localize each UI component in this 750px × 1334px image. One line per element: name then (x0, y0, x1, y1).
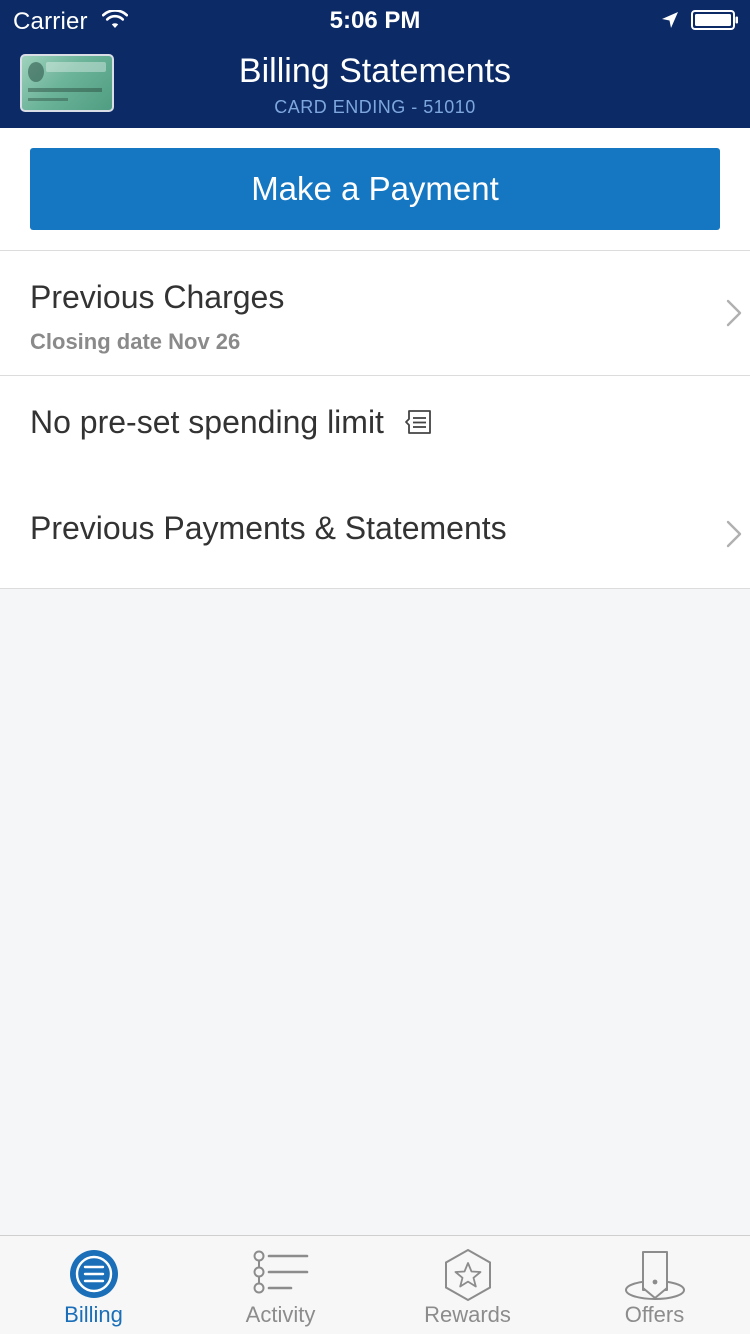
tab-billing-label: Billing (64, 1302, 123, 1327)
chevron-right-icon (726, 299, 742, 327)
tab-billing[interactable]: Billing (0, 1236, 187, 1334)
battery-icon (691, 10, 738, 30)
rewards-star-icon (444, 1248, 491, 1302)
make-payment-button[interactable]: Make a Payment (30, 148, 720, 230)
previous-charges-row[interactable]: Previous Charges Closing date Nov 26 (0, 251, 750, 376)
previous-charges-title: Previous Charges (30, 279, 285, 315)
page-title: Billing Statements (238, 52, 512, 90)
header: Carrier 5:06 PM Billing Statements CARD … (0, 0, 750, 128)
location-arrow-icon (662, 12, 678, 28)
tab-offers-label: Offers (624, 1302, 685, 1327)
status-time: 5:06 PM (329, 7, 421, 34)
offers-tag-icon (624, 1251, 685, 1300)
chevron-right-icon (726, 520, 742, 548)
status-bar: Carrier 5:06 PM (0, 0, 750, 40)
tab-activity-label: Activity (245, 1302, 316, 1327)
billing-statements-screen: Carrier 5:06 PM Billing Statements CARD … (0, 0, 750, 1334)
tab-rewards[interactable]: Rewards (374, 1236, 561, 1334)
tab-activity[interactable]: Activity (187, 1236, 374, 1334)
spending-limit-label: No pre-set spending limit (30, 404, 433, 441)
previous-payments-row[interactable]: Previous Payments & Statements (0, 482, 750, 589)
tab-bar: Billing Activity Rewards Offers (0, 1235, 750, 1334)
main-content: Make a Payment Previous Charges Closing … (0, 128, 750, 589)
spending-limit-row: No pre-set spending limit (0, 376, 750, 482)
payment-section: Make a Payment (0, 128, 750, 251)
tab-rewards-label: Rewards (424, 1302, 511, 1327)
card-ending-subtitle: CARD ENDING - 51010 (274, 97, 476, 117)
spending-limit-text: No pre-set spending limit (30, 404, 384, 440)
previous-payments-title: Previous Payments & Statements (30, 510, 507, 546)
activity-list-icon (253, 1250, 308, 1294)
note-icon[interactable] (403, 408, 433, 436)
closing-date-label: Closing date Nov 26 (30, 329, 241, 354)
tab-offers[interactable]: Offers (561, 1236, 748, 1334)
billing-icon (69, 1250, 118, 1298)
